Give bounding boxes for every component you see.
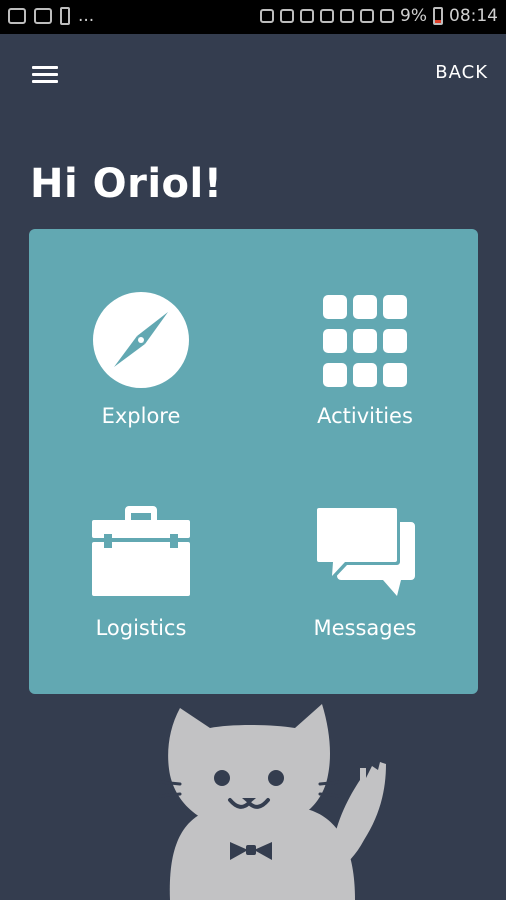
activities-tile[interactable]: Activities bbox=[253, 229, 477, 449]
signal-bars-icon bbox=[380, 9, 395, 23]
grid-icon bbox=[323, 295, 407, 387]
waving-cat-icon bbox=[158, 704, 386, 900]
status-time: 08:14 bbox=[449, 6, 498, 26]
status-ellipsis: ... bbox=[78, 6, 95, 26]
back-button[interactable]: BACK bbox=[435, 62, 488, 83]
status-bar-notifications: ... bbox=[8, 7, 94, 25]
compass-icon bbox=[93, 292, 189, 388]
bluetooth-off-icon bbox=[280, 9, 295, 23]
messages-tile[interactable]: Messages bbox=[253, 454, 477, 674]
logistics-tile[interactable]: Logistics bbox=[29, 454, 253, 674]
greeting-title: Hi Oriol! bbox=[30, 161, 223, 207]
explore-tile[interactable]: Explore bbox=[29, 229, 253, 449]
hamburger-menu-icon[interactable] bbox=[32, 66, 58, 84]
battery-percent: 9% bbox=[400, 6, 427, 26]
activities-label: Activities bbox=[317, 404, 413, 428]
sim-card-icon bbox=[60, 7, 70, 25]
video-icon bbox=[8, 8, 26, 24]
messages-label: Messages bbox=[313, 616, 417, 640]
nfc-icon bbox=[340, 9, 355, 23]
wifi-icon bbox=[320, 9, 335, 23]
top-bar: BACK bbox=[0, 34, 506, 114]
chat-bubbles-icon bbox=[315, 506, 415, 596]
logistics-label: Logistics bbox=[95, 616, 187, 640]
status-bar: ... 9% 08:14 bbox=[0, 0, 506, 34]
signal-icon bbox=[360, 9, 375, 23]
alarm-icon bbox=[300, 9, 315, 23]
video-call-icon bbox=[34, 8, 52, 24]
briefcase-icon bbox=[92, 506, 190, 596]
menu-card: Explore Activities Logistics Messages bbox=[29, 229, 478, 694]
mute-icon bbox=[260, 9, 275, 23]
battery-icon bbox=[433, 7, 443, 25]
explore-label: Explore bbox=[101, 404, 181, 428]
status-bar-system: 9% 08:14 bbox=[260, 7, 498, 25]
